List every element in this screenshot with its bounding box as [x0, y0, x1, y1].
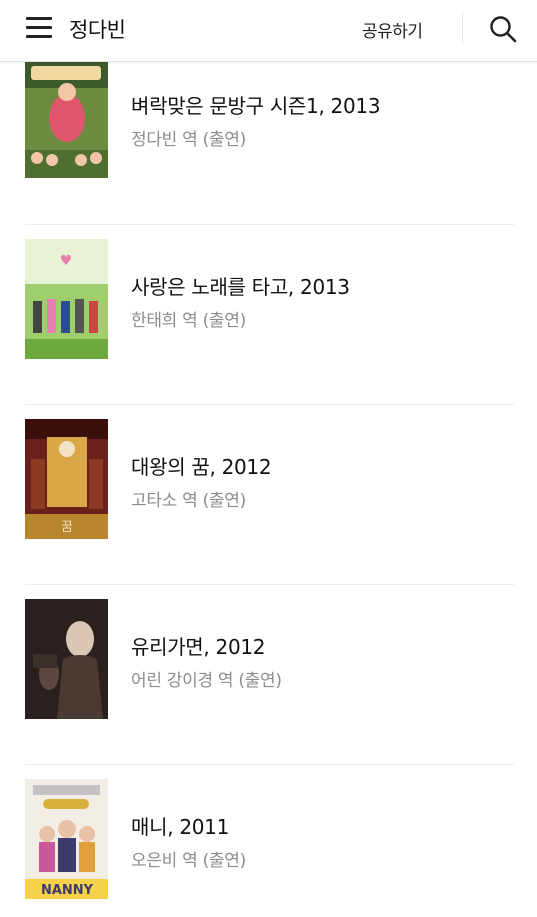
page-title: 정다빈 — [69, 18, 126, 42]
work-meta: 사랑은 노래를 타고, 2013 한태희 역 (출연) — [131, 271, 350, 331]
work-title[interactable]: 대왕의 꿈, 2012 — [131, 451, 272, 480]
work-role: 정다빈 역 (출연) — [131, 130, 246, 150]
svg-text:꿈: 꿈 — [61, 520, 73, 535]
poster-image[interactable]: ♥ — [25, 239, 108, 359]
poster-image[interactable]: NANNY — [25, 779, 108, 899]
svg-text:NANNY: NANNY — [41, 883, 94, 898]
share-button[interactable]: 공유하기 — [362, 17, 423, 42]
list-divider — [25, 224, 514, 225]
poster-image[interactable]: 꿈 — [25, 419, 108, 539]
list-item[interactable]: 벼락맞은 문방구 시즌1, 2013 정다빈 역 (출연) — [25, 58, 514, 178]
svg-text:♥: ♥ — [60, 253, 73, 269]
work-title[interactable]: 매니, 2011 — [131, 811, 246, 840]
poster-image[interactable] — [25, 599, 108, 719]
list-item[interactable]: 꿈 대왕의 꿈, 2012 고타소 역 (출연) — [25, 419, 514, 539]
work-role: 오은비 역 (출연) — [131, 851, 246, 871]
work-meta: 벼락맞은 문방구 시즌1, 2013 정다빈 역 (출연) — [131, 90, 381, 150]
work-role: 한태희 역 (출연) — [131, 311, 246, 331]
work-title[interactable]: 사랑은 노래를 타고, 2013 — [131, 271, 350, 300]
app-header: 정다빈 공유하기 — [0, 0, 537, 62]
work-meta: 대왕의 꿈, 2012 고타소 역 (출연) — [131, 451, 272, 511]
list-item[interactable]: 유리가면, 2012 어린 강이경 역 (출연) — [25, 599, 514, 719]
work-title[interactable]: 유리가면, 2012 — [131, 631, 282, 660]
work-meta: 유리가면, 2012 어린 강이경 역 (출연) — [131, 631, 282, 691]
work-role: 어린 강이경 역 (출연) — [131, 671, 282, 691]
list-item[interactable]: ♥ 사랑은 노래를 타고, 2013 한태희 역 (출연) — [25, 239, 514, 359]
work-role: 고타소 역 (출연) — [131, 491, 246, 511]
list-divider — [25, 584, 514, 585]
list-divider — [25, 764, 514, 765]
hamburger-menu-icon[interactable] — [26, 17, 52, 39]
work-meta: 매니, 2011 오은비 역 (출연) — [131, 811, 246, 871]
work-title[interactable]: 벼락맞은 문방구 시즌1, 2013 — [131, 90, 381, 119]
header-divider — [462, 12, 463, 44]
search-icon[interactable] — [488, 14, 518, 44]
list-item[interactable]: NANNY 매니, 2011 오은비 역 (출연) — [25, 779, 514, 899]
poster-image[interactable] — [25, 58, 108, 178]
list-divider — [25, 404, 514, 405]
